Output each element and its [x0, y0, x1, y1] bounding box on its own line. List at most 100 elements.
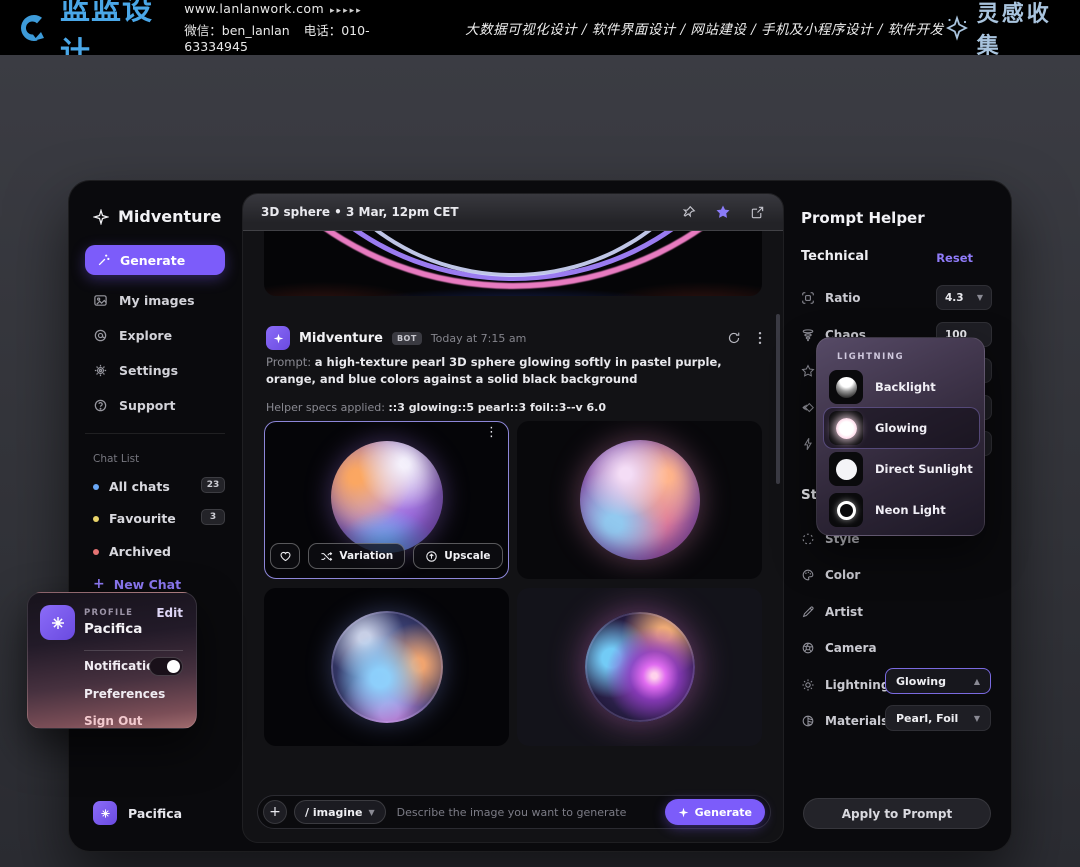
apply-to-prompt-button[interactable]: Apply to Prompt [803, 798, 991, 829]
chat-list-heading: Chat List [93, 453, 139, 465]
camera-row[interactable]: Camera [801, 635, 877, 660]
lightning-select[interactable]: Glowing ▲ [885, 668, 991, 694]
plus-icon: + [93, 576, 105, 592]
bot-badge: BOT [392, 332, 422, 345]
profile-section-label: PROFILE [84, 608, 133, 618]
option-direct-sunlight[interactable]: Direct Sunlight [829, 452, 973, 486]
scrolled-result-image[interactable] [264, 231, 762, 296]
result-image-2[interactable] [517, 421, 762, 579]
result-image-1[interactable]: ⋮ Variation Upscale [264, 421, 509, 579]
option-glowing[interactable]: Glowing [829, 411, 927, 445]
ratio-icon [801, 291, 815, 305]
backlight-thumb-icon [829, 370, 863, 404]
command-label: / imagine [305, 806, 362, 819]
sign-out-item[interactable]: Sign Out [84, 714, 143, 728]
bot-message-header: Midventure BOT Today at 7:15 am [266, 326, 762, 350]
collect-label: 灵感收集 [977, 0, 1066, 60]
profile-avatar [40, 605, 75, 640]
camera-lens-icon [801, 641, 815, 655]
banner-url[interactable]: www.lanlanwork.com [184, 1, 324, 16]
sphere-render [331, 441, 443, 553]
materials-row[interactable]: Materials [801, 708, 888, 733]
field-label: Artist [825, 605, 863, 619]
sidebar-user[interactable]: Pacifica [93, 801, 182, 825]
seed-icon [801, 401, 815, 415]
sphere-render [331, 611, 443, 723]
banner-wechat: 微信：ben_lanlan [184, 23, 289, 38]
open-external-icon[interactable] [750, 205, 765, 220]
chevron-down-icon: ▼ [977, 293, 983, 302]
variation-button[interactable]: Variation [308, 543, 405, 569]
star-icon[interactable] [715, 204, 731, 220]
sidebar-item-generate[interactable]: Generate [85, 245, 225, 275]
specs-value: ::3 glowing::5 pearl::3 foil::3--v 6.0 [388, 401, 606, 414]
generate-button[interactable]: Generate [665, 799, 765, 825]
result-image-4[interactable] [517, 588, 762, 746]
materials-icon [801, 714, 815, 728]
app-logo: Midventure [93, 207, 221, 226]
red-dot-icon [93, 549, 99, 555]
field-label: Materials [825, 714, 888, 728]
sidebar-item-settings[interactable]: Settings [93, 363, 178, 378]
bot-avatar [266, 326, 290, 350]
sidebar-item-explore[interactable]: Explore [93, 328, 172, 343]
palette-icon [801, 568, 815, 582]
new-chat-button[interactable]: + New Chat [93, 576, 181, 592]
panel-title: Prompt Helper [801, 209, 925, 227]
prompt-input[interactable] [397, 806, 665, 819]
wand-icon [97, 253, 111, 267]
color-row[interactable]: Color [801, 562, 860, 587]
helper-specs: Helper specs applied: ::3 glowing::5 pea… [266, 401, 764, 414]
sidebar-item-support[interactable]: Support [93, 398, 176, 413]
lightning-popup: LIGHTNING Backlight Glowing Direct Sunli… [816, 337, 985, 536]
chat-header: 3D sphere • 3 Mar, 12pm CET [243, 194, 783, 231]
field-label: Lightning [825, 678, 889, 692]
tile-kebab-icon[interactable]: ⋮ [485, 430, 498, 435]
user-avatar [93, 801, 117, 825]
edit-profile-button[interactable]: Edit [156, 606, 183, 620]
explore-icon [93, 328, 108, 343]
collect-star-icon [944, 15, 970, 41]
upscale-button[interactable]: Upscale [413, 543, 502, 569]
sidebar-item-label: Explore [119, 328, 172, 343]
all-chats-count-badge: 23 [201, 477, 225, 493]
lightning-row[interactable]: Lightning [801, 672, 889, 697]
pen-icon [801, 605, 815, 619]
option-label: Backlight [875, 380, 936, 394]
app-name: Midventure [118, 207, 221, 226]
sidebar-item-all-chats[interactable]: All chats [93, 479, 170, 494]
preferences-item[interactable]: Preferences [84, 687, 165, 701]
user-name: Pacifica [128, 806, 182, 821]
banner-arrows: ▸▸▸▸▸ [330, 6, 363, 16]
sidebar-item-my-images[interactable]: My images [93, 293, 195, 308]
chat-scrollbar[interactable] [776, 314, 780, 484]
reset-button[interactable]: Reset [936, 251, 973, 265]
sun-icon [801, 678, 815, 692]
neon-light-thumb-icon [829, 493, 863, 527]
gear-icon [93, 363, 108, 378]
pin-icon[interactable] [681, 205, 696, 220]
regenerate-icon[interactable] [727, 331, 741, 345]
artist-row[interactable]: Artist [801, 599, 863, 624]
command-selector[interactable]: / imagine ▼ [294, 800, 386, 824]
materials-select[interactable]: Pearl, Foil ▼ [885, 705, 991, 731]
prompt-input-bar: + / imagine ▼ Generate [257, 795, 771, 829]
attach-plus-button[interactable]: + [263, 800, 287, 824]
chevron-down-icon: ▼ [974, 714, 980, 723]
ratio-select[interactable]: 4.3 ▼ [936, 285, 992, 310]
glowing-thumb-icon [829, 411, 863, 445]
profile-popup: PROFILE Edit Pacifica Notifications Pref… [27, 592, 197, 729]
sidebar-divider [85, 433, 225, 434]
kebab-menu-icon[interactable] [758, 331, 762, 345]
result-image-3[interactable] [264, 588, 509, 746]
option-backlight[interactable]: Backlight [829, 370, 936, 404]
sidebar-item-label: My images [119, 293, 195, 308]
option-neon-light[interactable]: Neon Light [829, 493, 946, 527]
favourite-heart-button[interactable] [270, 543, 300, 569]
sidebar-item-archived[interactable]: Archived [93, 544, 171, 559]
sidebar-item-favourite[interactable]: Favourite [93, 511, 176, 526]
chaos-icon [801, 328, 815, 342]
notifications-toggle[interactable] [149, 657, 183, 676]
field-value: Pearl, Foil [896, 712, 958, 725]
yellow-dot-icon [93, 516, 99, 522]
